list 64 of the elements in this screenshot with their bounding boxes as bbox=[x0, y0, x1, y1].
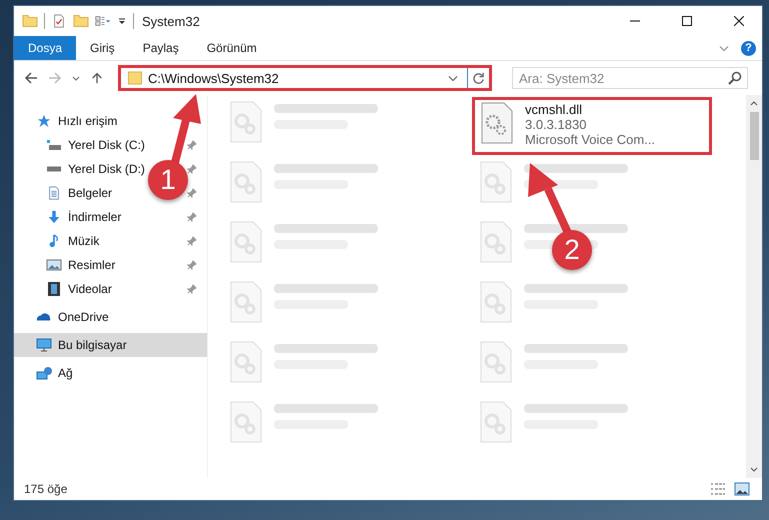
address-bar[interactable]: C:\Windows\System32 bbox=[118, 65, 492, 91]
file-name: vcmshl.dll bbox=[525, 102, 584, 117]
window-title: System32 bbox=[142, 14, 200, 28]
sidebar-item[interactable]: Bu bilgisayar bbox=[14, 333, 207, 357]
close-icon bbox=[734, 16, 744, 26]
sidebar-item[interactable]: Yerel Disk (C:) bbox=[14, 133, 151, 157]
details-view-icon[interactable] bbox=[710, 482, 726, 496]
address-path: C:\Windows\System32 bbox=[148, 70, 279, 86]
highlighted-file-tile[interactable]: vcmshl.dll 3.0.3.1830 Microsoft Voice Com... bbox=[472, 97, 712, 155]
scroll-down-icon[interactable] bbox=[750, 467, 758, 472]
recent-caret-icon[interactable] bbox=[72, 76, 80, 80]
scrollbar-thumb[interactable] bbox=[750, 112, 758, 160]
item-count: 175 öğe bbox=[24, 482, 68, 496]
file-description: Microsoft Voice Com... bbox=[525, 132, 656, 147]
scroll-up-icon[interactable] bbox=[750, 101, 758, 106]
drive-icon bbox=[46, 138, 62, 152]
folder-icon[interactable] bbox=[22, 14, 38, 28]
ribbon-tab[interactable]: Giriş bbox=[76, 36, 129, 60]
sidebar-item[interactable]: Yerel Disk (D:) bbox=[14, 157, 151, 181]
properties-icon[interactable] bbox=[51, 14, 67, 28]
folder-icon bbox=[127, 71, 143, 85]
ribbon-tab[interactable]: Dosya bbox=[14, 36, 76, 60]
sidebar-item[interactable]: Videolar bbox=[14, 277, 118, 301]
sidebar-item[interactable]: OneDrive bbox=[14, 305, 115, 329]
pin-icon[interactable] bbox=[187, 188, 197, 198]
customize-caret-icon[interactable] bbox=[117, 18, 127, 24]
download-arrow-icon bbox=[46, 210, 62, 224]
dll-file-icon bbox=[481, 102, 513, 144]
sidebar-item[interactable]: Ağ bbox=[14, 361, 79, 385]
sidebar-item[interactable]: Müzik bbox=[14, 229, 106, 253]
sidebar-item[interactable]: Hızlı erişim bbox=[14, 109, 124, 133]
pin-icon[interactable] bbox=[187, 212, 197, 222]
forward-arrow-icon[interactable] bbox=[48, 72, 62, 84]
dropdown-caret-icon[interactable] bbox=[448, 74, 458, 82]
star-icon bbox=[36, 114, 52, 128]
minimize-icon bbox=[630, 20, 640, 22]
picture-icon bbox=[46, 258, 62, 272]
back-arrow-icon[interactable] bbox=[24, 72, 38, 84]
pointer-arrow bbox=[528, 163, 572, 233]
search-icon[interactable] bbox=[728, 71, 742, 85]
monitor-icon bbox=[36, 338, 52, 352]
pin-icon[interactable] bbox=[187, 140, 197, 150]
ribbon-tab[interactable]: Görünüm bbox=[192, 36, 271, 60]
help-button[interactable]: ? bbox=[741, 40, 756, 56]
refresh-icon bbox=[472, 72, 485, 84]
network-icon bbox=[36, 366, 52, 380]
search-field[interactable]: Ara: System32 bbox=[512, 67, 748, 89]
file-version: 3.0.3.1830 bbox=[525, 117, 588, 132]
document-icon bbox=[46, 186, 62, 200]
sidebar-item[interactable]: İndirmeler bbox=[14, 205, 128, 229]
pin-icon[interactable] bbox=[187, 284, 197, 294]
pin-icon[interactable] bbox=[187, 164, 197, 174]
maximize-icon bbox=[682, 16, 692, 26]
film-icon bbox=[46, 282, 62, 296]
large-icons-view-icon[interactable] bbox=[734, 482, 750, 496]
up-arrow-icon[interactable] bbox=[90, 72, 104, 84]
ribbon-tab[interactable]: Paylaş bbox=[128, 36, 193, 60]
pin-icon[interactable] bbox=[187, 236, 197, 246]
expand-ribbon-icon[interactable] bbox=[719, 44, 729, 52]
new-folder-icon[interactable] bbox=[73, 14, 89, 28]
pin-icon[interactable] bbox=[187, 260, 197, 270]
view-dropdown-icon[interactable] bbox=[95, 14, 111, 28]
sidebar-item[interactable]: Belgeler bbox=[14, 181, 118, 205]
sidebar-item[interactable]: Resimler bbox=[14, 253, 122, 277]
